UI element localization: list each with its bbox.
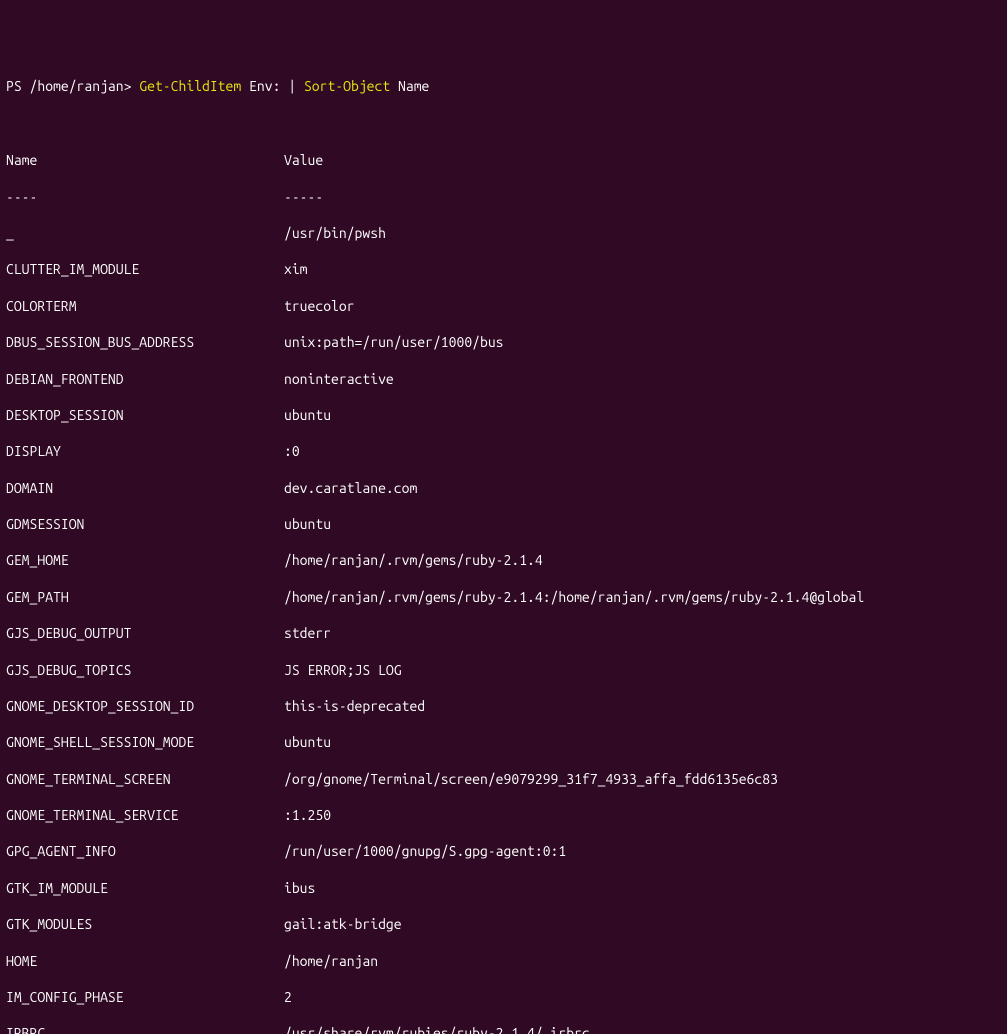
env-name: COLORTERM	[6, 297, 284, 315]
env-value: noninteractive	[284, 370, 1001, 388]
table-row: DISPLAY:0	[6, 442, 1001, 460]
prompt-prefix: PS /home/ranjan>	[6, 78, 139, 94]
table-row: _/usr/bin/pwsh	[6, 224, 1001, 242]
env-name: DESKTOP_SESSION	[6, 406, 284, 424]
table-row: DESKTOP_SESSIONubuntu	[6, 406, 1001, 424]
table-row: GNOME_SHELL_SESSION_MODEubuntu	[6, 733, 1001, 751]
table-row: GNOME_DESKTOP_SESSION_IDthis-is-deprecat…	[6, 697, 1001, 715]
table-row: GDMSESSIONubuntu	[6, 515, 1001, 533]
env-name: GEM_HOME	[6, 551, 284, 569]
table-row: HOME/home/ranjan	[6, 952, 1001, 970]
cmdlet-get-childitem: Get-ChildItem	[139, 78, 241, 94]
table-row: DBUS_SESSION_BUS_ADDRESSunix:path=/run/u…	[6, 333, 1001, 351]
env-value: 2	[284, 988, 1001, 1006]
cmd-arg-env-pipe: Env: |	[241, 78, 304, 94]
table-row: GNOME_TERMINAL_SCREEN/org/gnome/Terminal…	[6, 770, 1001, 788]
table-header-row: NameValue	[6, 151, 1001, 169]
env-name: GNOME_TERMINAL_SCREEN	[6, 770, 284, 788]
env-value: stderr	[284, 624, 1001, 642]
env-value: /usr/share/rvm/rubies/ruby-2.1.4/.irbrc	[284, 1024, 1001, 1034]
env-value: ibus	[284, 879, 1001, 897]
env-name: GPG_AGENT_INFO	[6, 842, 284, 860]
env-value: this-is-deprecated	[284, 697, 1001, 715]
env-name: GEM_PATH	[6, 588, 284, 606]
table-row: GEM_PATH/home/ranjan/.rvm/gems/ruby-2.1.…	[6, 588, 1001, 606]
env-value: :1.250	[284, 806, 1001, 824]
env-value: ubuntu	[284, 515, 1001, 533]
table-row: DOMAINdev.caratlane.com	[6, 479, 1001, 497]
header-name: Name	[6, 151, 284, 169]
env-value: dev.caratlane.com	[284, 479, 1001, 497]
table-row: GEM_HOME/home/ranjan/.rvm/gems/ruby-2.1.…	[6, 551, 1001, 569]
env-name: IM_CONFIG_PHASE	[6, 988, 284, 1006]
table-row: DEBIAN_FRONTENDnoninteractive	[6, 370, 1001, 388]
table-row: GTK_IM_MODULEibus	[6, 879, 1001, 897]
table-row: GNOME_TERMINAL_SERVICE:1.250	[6, 806, 1001, 824]
table-row: CLUTTER_IM_MODULExim	[6, 260, 1001, 278]
table-row: IM_CONFIG_PHASE2	[6, 988, 1001, 1006]
table-row: COLORTERMtruecolor	[6, 297, 1001, 315]
env-value: :0	[284, 442, 1001, 460]
env-name: DEBIAN_FRONTEND	[6, 370, 284, 388]
env-value: truecolor	[284, 297, 1001, 315]
header-value-underline: -----	[284, 188, 1001, 206]
env-name: _	[6, 224, 284, 242]
env-value: /org/gnome/Terminal/screen/e9079299_31f7…	[284, 770, 1001, 788]
env-name: CLUTTER_IM_MODULE	[6, 260, 284, 278]
env-name: GNOME_TERMINAL_SERVICE	[6, 806, 284, 824]
env-name: DISPLAY	[6, 442, 284, 460]
env-name: GDMSESSION	[6, 515, 284, 533]
blank-line	[6, 115, 1001, 133]
table-row: GPG_AGENT_INFO/run/user/1000/gnupg/S.gpg…	[6, 842, 1001, 860]
cmd-arg-name: Name	[390, 78, 429, 94]
env-name: GTK_MODULES	[6, 915, 284, 933]
env-name: GTK_IM_MODULE	[6, 879, 284, 897]
table-row: GTK_MODULESgail:atk-bridge	[6, 915, 1001, 933]
table-row: GJS_DEBUG_TOPICSJS ERROR;JS LOG	[6, 661, 1001, 679]
env-name: HOME	[6, 952, 284, 970]
env-value: /usr/bin/pwsh	[284, 224, 1001, 242]
env-value: gail:atk-bridge	[284, 915, 1001, 933]
env-value: /home/ranjan/.rvm/gems/ruby-2.1.4	[284, 551, 1001, 569]
env-value: ubuntu	[284, 406, 1001, 424]
command-prompt-line[interactable]: PS /home/ranjan> Get-ChildItem Env: | So…	[6, 77, 1001, 95]
env-value: /home/ranjan/.rvm/gems/ruby-2.1.4:/home/…	[284, 588, 1001, 606]
env-name: GNOME_SHELL_SESSION_MODE	[6, 733, 284, 751]
table-header-underline: ---------	[6, 188, 1001, 206]
env-name: DOMAIN	[6, 479, 284, 497]
header-name-underline: ----	[6, 188, 284, 206]
env-value: ubuntu	[284, 733, 1001, 751]
env-name: DBUS_SESSION_BUS_ADDRESS	[6, 333, 284, 351]
env-name: GJS_DEBUG_OUTPUT	[6, 624, 284, 642]
table-row: GJS_DEBUG_OUTPUTstderr	[6, 624, 1001, 642]
env-value: /run/user/1000/gnupg/S.gpg-agent:0:1	[284, 842, 1001, 860]
env-name: GNOME_DESKTOP_SESSION_ID	[6, 697, 284, 715]
env-value: /home/ranjan	[284, 952, 1001, 970]
env-value: xim	[284, 260, 1001, 278]
env-value: JS ERROR;JS LOG	[284, 661, 1001, 679]
header-value: Value	[284, 151, 1001, 169]
table-row: IRBRC/usr/share/rvm/rubies/ruby-2.1.4/.i…	[6, 1024, 1001, 1034]
env-name: IRBRC	[6, 1024, 284, 1034]
env-name: GJS_DEBUG_TOPICS	[6, 661, 284, 679]
env-value: unix:path=/run/user/1000/bus	[284, 333, 1001, 351]
cmdlet-sort-object: Sort-Object	[304, 78, 390, 94]
